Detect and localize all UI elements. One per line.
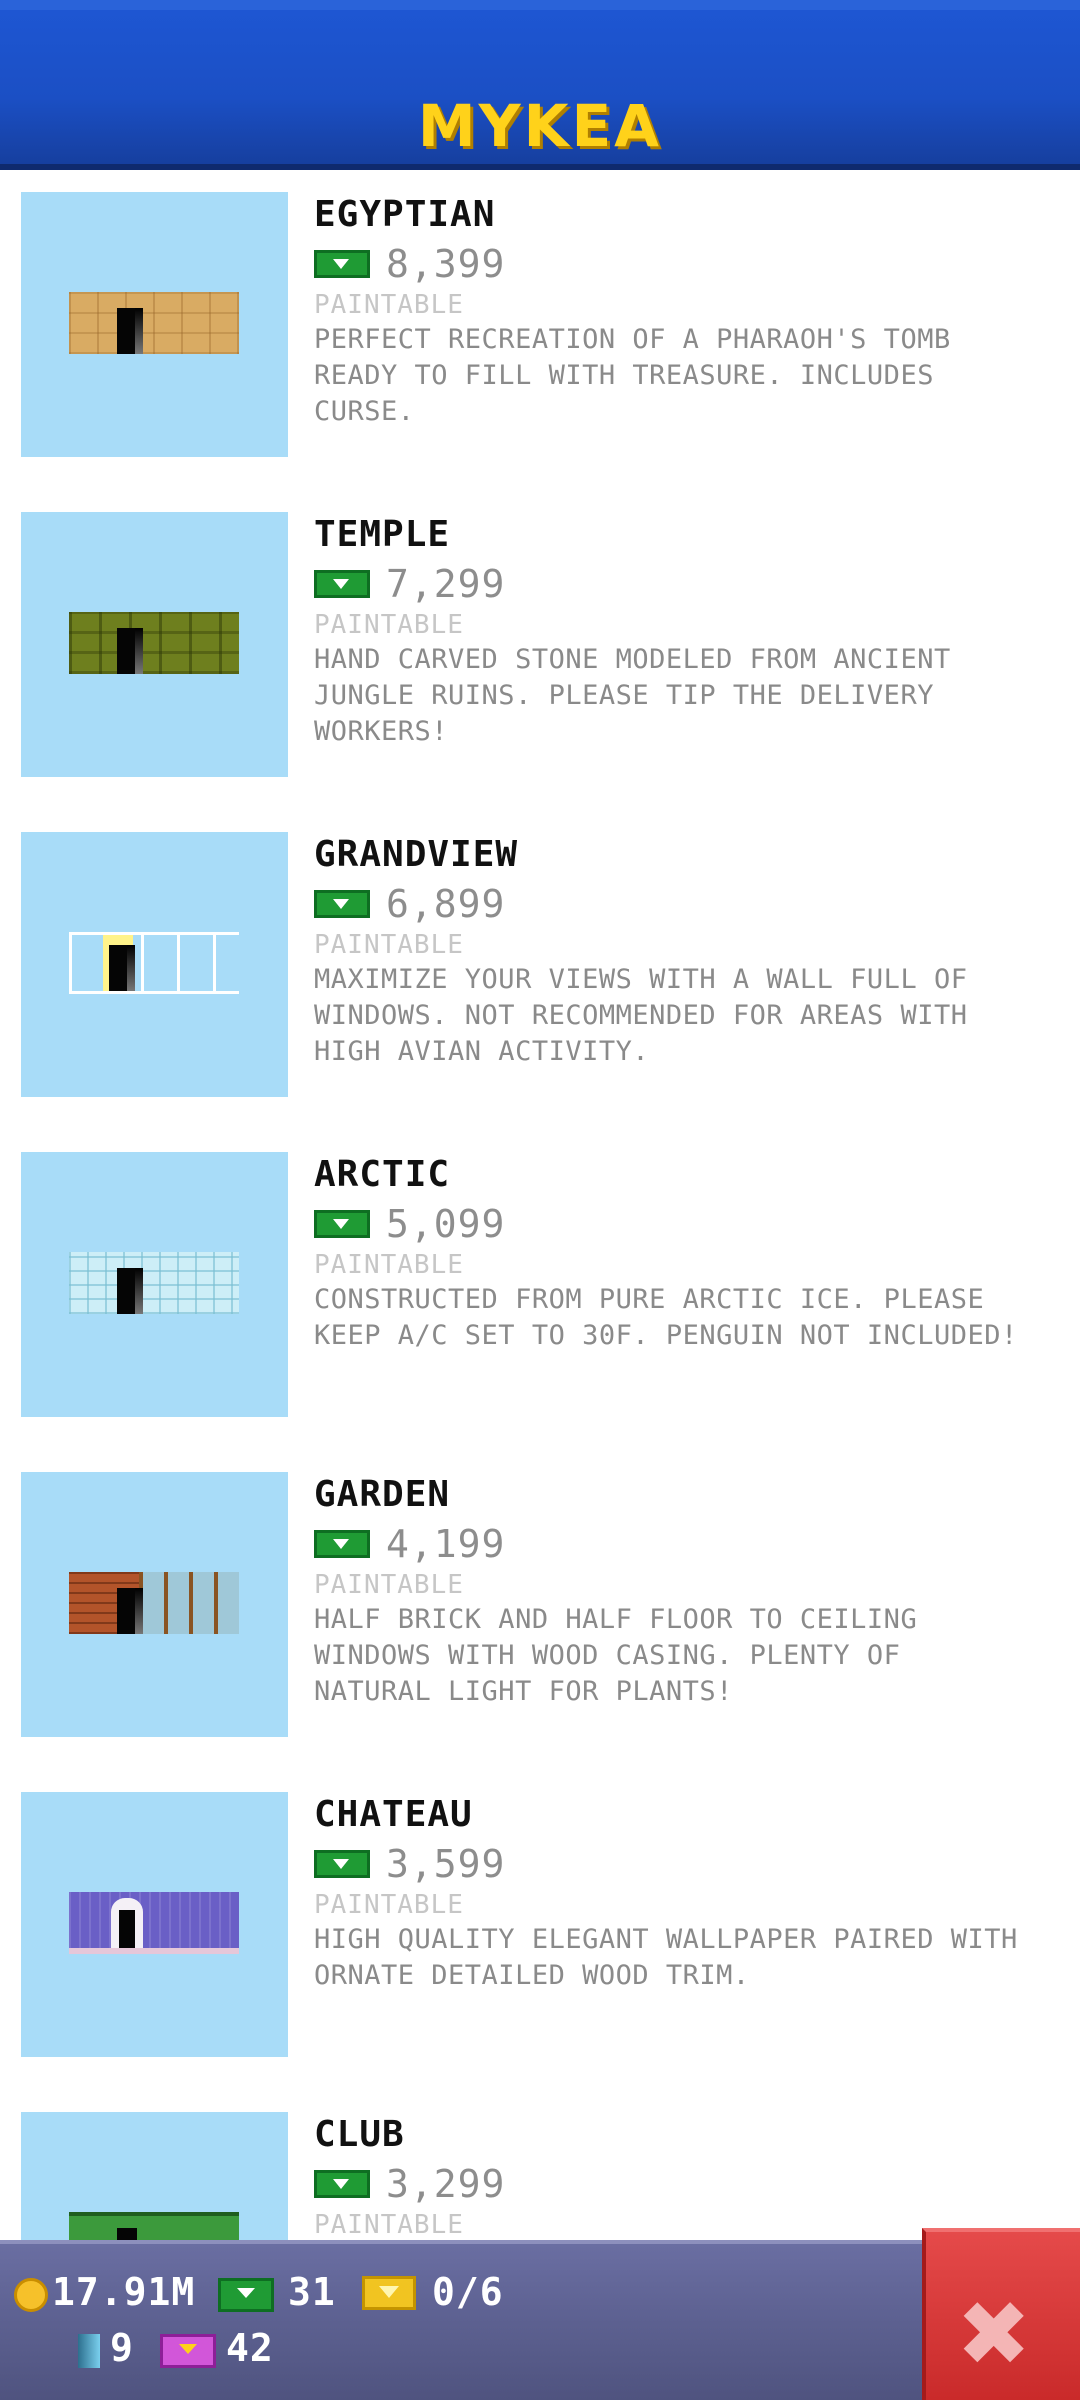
wood-windows (139, 1572, 239, 1634)
list-item-egyptian[interactable]: EGYPTIAN 8,399 PAINTABLE PERFECT RECREAT… (0, 170, 1080, 490)
close-icon: ✖ (956, 2282, 1032, 2387)
door-icon (117, 628, 137, 674)
header-top-strip (0, 0, 1080, 10)
list-item-garden[interactable]: GARDEN 4,199 PAINTABLE HALF BRICK AND HA… (0, 1450, 1080, 1770)
header-bar: MYKEA (0, 0, 1080, 170)
item-name: CHATEAU (314, 1794, 473, 1835)
item-price: 6,899 (386, 882, 506, 926)
coin-icon (14, 2278, 48, 2312)
door-icon (117, 1588, 137, 1634)
wall-preview-chateau (69, 1892, 239, 1954)
item-tag: PAINTABLE (314, 1890, 464, 1920)
item-list[interactable]: EGYPTIAN 8,399 PAINTABLE PERFECT RECREAT… (0, 170, 1080, 2240)
item-name: CLUB (314, 2114, 405, 2155)
door-shade (127, 945, 135, 991)
item-name: GARDEN (314, 1474, 451, 1515)
wall-preview-arctic (69, 1252, 239, 1314)
item-tag: PAINTABLE (314, 1250, 464, 1280)
item-description: PERFECT RECREATION OF A PHARAOH'S TOMB R… (314, 324, 951, 427)
item-description: HALF BRICK AND HALF FLOOR TO CEILING WIN… (314, 1604, 918, 1707)
item-thumbnail[interactable] (21, 1472, 288, 1737)
item-thumbnail[interactable] (21, 832, 288, 1097)
door-shade (135, 308, 143, 354)
item-thumbnail[interactable] (21, 2112, 288, 2240)
door-icon (109, 945, 129, 991)
tickets-count: 0/6 (432, 2270, 504, 2314)
item-tag: PAINTABLE (314, 2210, 464, 2240)
golden-ticket-icon (160, 2334, 216, 2368)
list-item-chateau[interactable]: CHATEAU 3,599 PAINTABLE HIGH QUALITY ELE… (0, 1770, 1080, 2090)
door-shade (135, 1588, 143, 1634)
door-shade (135, 1268, 143, 1314)
bux-icon (314, 250, 370, 278)
wall-preview-temple (69, 612, 239, 674)
item-description: HAND CARVED STONE MODELED FROM ANCIENT J… (314, 644, 951, 747)
item-thumbnail[interactable] (21, 1792, 288, 2057)
wall-preview-club (69, 2212, 239, 2240)
wall-preview-egyptian (69, 292, 239, 354)
item-price: 8,399 (386, 242, 506, 286)
item-price: 3,599 (386, 1842, 506, 1886)
item-tag: PAINTABLE (314, 290, 464, 320)
item-description: MAXIMIZE YOUR VIEWS WITH A WALL FULL OF … (314, 964, 968, 1067)
passes-count: 9 (110, 2326, 134, 2370)
door-icon (117, 308, 137, 354)
coins-count: 17.91M (52, 2270, 196, 2314)
item-price: 5,099 (386, 1202, 506, 1246)
bux-icon (314, 1530, 370, 1558)
bux-icon (314, 890, 370, 918)
door-icon (119, 1910, 135, 1948)
bux-icon (314, 1850, 370, 1878)
wall-preview-garden (69, 1572, 239, 1634)
bux-count: 31 (288, 2270, 336, 2314)
item-description: HIGH QUALITY ELEGANT WALLPAPER PAIRED WI… (314, 1924, 1018, 1991)
close-button[interactable]: ✖ (922, 2228, 1080, 2400)
item-description: CONSTRUCTED FROM PURE ARCTIC ICE. PLEASE… (314, 1284, 1018, 1351)
item-thumbnail[interactable] (21, 512, 288, 777)
list-item-temple[interactable]: TEMPLE 7,299 PAINTABLE HAND CARVED STONE… (0, 490, 1080, 810)
item-price: 3,299 (386, 2162, 506, 2206)
item-name: EGYPTIAN (314, 194, 496, 235)
door-shade (135, 628, 143, 674)
item-tag: PAINTABLE (314, 930, 464, 960)
item-name: ARCTIC (314, 1154, 451, 1195)
list-item-grandview[interactable]: GRANDVIEW 6,899 PAINTABLE MAXIMIZE YOUR … (0, 810, 1080, 1130)
item-price: 7,299 (386, 562, 506, 606)
pass-icon (78, 2334, 100, 2368)
door-icon (117, 1268, 137, 1314)
item-tag: PAINTABLE (314, 1570, 464, 1600)
door-icon (117, 2228, 137, 2240)
currency-status-bar: 17.91M 31 0/6 9 42 (0, 2240, 930, 2400)
item-thumbnail[interactable] (21, 1152, 288, 1417)
bux-icon (314, 570, 370, 598)
ticket-icon (362, 2276, 416, 2310)
item-tag: PAINTABLE (314, 610, 464, 640)
page-title: MYKEA (417, 92, 663, 160)
bux-icon (314, 2170, 370, 2198)
bux-icon (314, 1210, 370, 1238)
item-name: TEMPLE (314, 514, 451, 555)
item-thumbnail[interactable] (21, 192, 288, 457)
list-item-arctic[interactable]: ARCTIC 5,099 PAINTABLE CONSTRUCTED FROM … (0, 1130, 1080, 1450)
list-item-club[interactable]: CLUB 3,299 PAINTABLE (0, 2090, 1080, 2240)
bux-icon (218, 2278, 274, 2312)
golden-tickets-count: 42 (226, 2326, 274, 2370)
item-name: GRANDVIEW (314, 834, 519, 875)
item-price: 4,199 (386, 1522, 506, 1566)
wall-preview-grandview (69, 932, 239, 994)
